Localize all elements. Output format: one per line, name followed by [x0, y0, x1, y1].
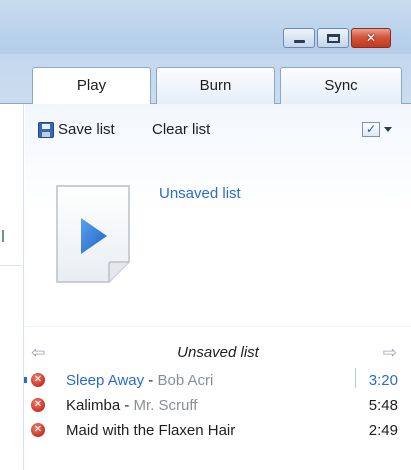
list-options-button[interactable]: ✓ [362, 121, 396, 139]
close-button[interactable]: ✕ [351, 28, 391, 48]
track-artist: Mr. Scruff [133, 397, 198, 414]
tab-sync[interactable]: Sync [280, 67, 402, 104]
next-list-icon[interactable]: ⇨ [383, 342, 397, 364]
track-title: Maid with the Flaxen Hair [66, 422, 236, 439]
track-duration: 3:20 [368, 372, 398, 389]
error-icon: ✕ [31, 423, 45, 437]
minimize-button[interactable] [283, 28, 315, 48]
tab-strip: Play Burn Sync [0, 54, 411, 105]
save-icon[interactable] [38, 122, 54, 138]
adjacent-pane-cell [0, 246, 22, 266]
chevron-down-icon [384, 127, 392, 132]
playlist-icon [56, 185, 130, 283]
error-icon: ✕ [31, 398, 45, 412]
track-duration: 5:48 [368, 397, 398, 414]
caption-buttons: ✕ [283, 28, 391, 48]
track-row[interactable]: ✕ Kalimba - Mr. Scruff 5:48 [25, 393, 411, 418]
maximize-button[interactable] [317, 28, 349, 48]
adjacent-pane-edge [0, 104, 24, 470]
minimize-icon [294, 40, 305, 43]
divider [25, 326, 411, 327]
splitter-handle[interactable] [2, 230, 4, 242]
checkmark-icon: ✓ [362, 122, 380, 137]
close-icon: ✕ [365, 31, 377, 45]
track-list: ✕ Sleep Away - Bob Acri 3:20 ✕ Kalimba -… [24, 368, 411, 443]
track-duration: 2:49 [368, 422, 398, 439]
title-bar: ✕ [0, 0, 411, 54]
track-separator: - [144, 372, 158, 389]
list-navigation: ⇦ Unsaved list ⇨ [25, 342, 411, 364]
save-list-button[interactable]: Save list [58, 118, 115, 142]
clear-list-button[interactable]: Clear list [152, 118, 210, 142]
error-icon: ✕ [31, 373, 45, 387]
track-title: Sleep Away - Bob Acri [66, 372, 214, 389]
current-list-name: Unsaved list [177, 344, 259, 361]
list-toolbar: Save list Clear list ✓ [25, 118, 411, 142]
track-separator: - [120, 397, 134, 414]
column-divider [355, 368, 356, 388]
list-pane: Save list Clear list ✓ Unsaved list ⇦ Un… [24, 104, 411, 470]
tab-burn[interactable]: Burn [156, 67, 275, 104]
maximize-icon [327, 34, 340, 43]
track-title: Kalimba - Mr. Scruff [66, 397, 198, 414]
playlist-title[interactable]: Unsaved list [159, 184, 241, 204]
track-row[interactable]: ✕ Sleep Away - Bob Acri 3:20 [24, 368, 411, 393]
track-row[interactable]: ✕ Maid with the Flaxen Hair 2:49 [25, 418, 411, 443]
tab-play[interactable]: Play [32, 67, 151, 105]
now-playing-indicator [24, 377, 27, 383]
track-artist: Bob Acri [157, 372, 214, 389]
